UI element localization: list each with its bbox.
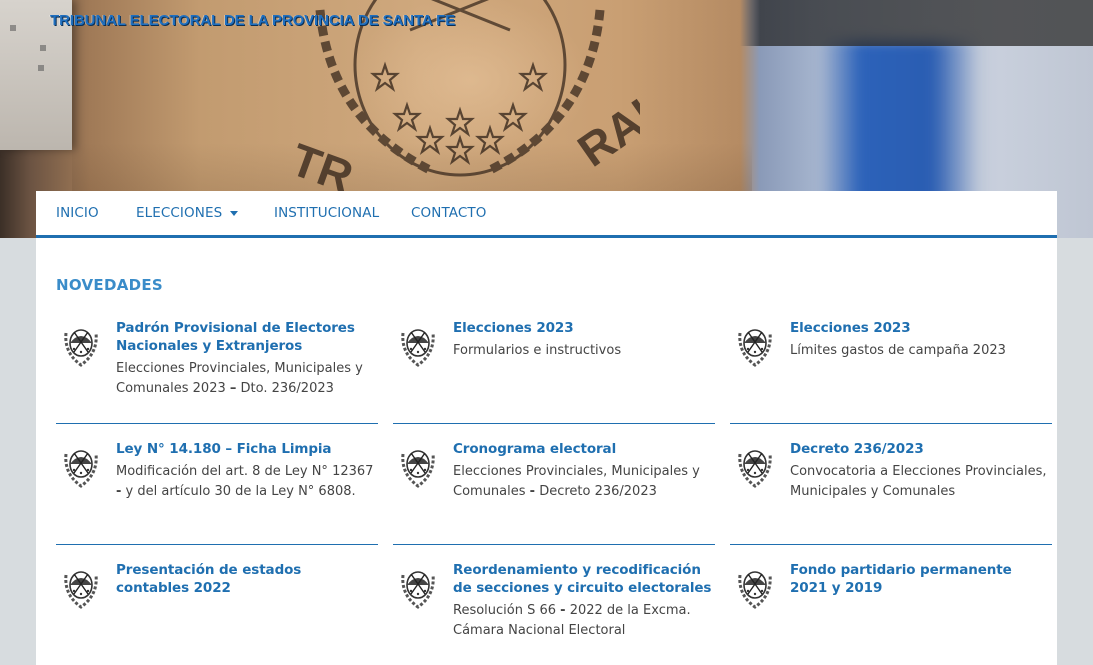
divider [730,423,1052,424]
divider [393,423,715,424]
news-title[interactable]: Elecciones 2023 [790,319,1052,337]
news-title[interactable]: Decreto 236/2023 [790,440,1052,458]
news-item[interactable]: Reordenamiento y recodificación de secci… [393,561,715,651]
news-title[interactable]: Padrón Provisional de Electores Nacional… [116,319,378,355]
news-description: Convocatoria a Elecciones Provinciales, … [790,464,1047,499]
news-item[interactable]: Elecciones 2023 Formularios e instructiv… [393,319,715,409]
news-description: Formularios e instructivos [453,343,622,358]
news-description: Modificación del art. 8 de Ley N° 12367 … [116,464,374,499]
santa-fe-shield-icon [64,450,98,488]
news-item[interactable]: Elecciones 2023 Límites gastos de campañ… [730,319,1052,409]
divider [393,544,715,545]
nav-inicio[interactable]: INICIO [56,191,99,235]
news-title[interactable]: Reordenamiento y recodificación de secci… [453,561,715,597]
svg-text:TR: TR [284,133,359,200]
santa-fe-shield-icon [738,450,772,488]
section-title: NOVEDADES [56,276,164,294]
news-item[interactable]: Cronograma electoral Elecciones Provinci… [393,440,715,530]
nav-institucional[interactable]: INSTITUCIONAL [274,191,379,235]
news-description: Elecciones Provinciales, Municipales y C… [453,464,700,499]
news-item[interactable]: Decreto 236/2023 Convocatoria a Eleccion… [730,440,1052,530]
news-item[interactable]: Fondo partidario permanente 2021 y 2019 [730,561,1052,651]
santa-fe-shield-icon [401,450,435,488]
news-description: Elecciones Provinciales, Municipales y C… [116,361,363,396]
news-title[interactable]: Cronograma electoral [453,440,715,458]
main-card: INICIO ELECCIONES INSTITUCIONAL CONTACTO… [36,191,1057,665]
news-item[interactable]: Padrón Provisional de Electores Nacional… [56,319,378,409]
news-description: Límites gastos de campaña 2023 [790,343,1006,358]
santa-fe-shield-icon [64,329,98,367]
santa-fe-shield-icon [401,571,435,609]
news-item[interactable]: Presentación de estados contables 2022 [56,561,378,651]
santa-fe-shield-icon [401,329,435,367]
divider [730,544,1052,545]
news-title[interactable]: Ley N° 14.180 – Ficha Limpia [116,440,378,458]
news-title[interactable]: Elecciones 2023 [453,319,715,337]
divider [56,544,378,545]
news-title[interactable]: Presentación de estados contables 2022 [116,561,378,597]
nav-elecciones[interactable]: ELECCIONES [136,191,222,235]
santa-fe-shield-icon [738,571,772,609]
main-nav: INICIO ELECCIONES INSTITUCIONAL CONTACTO [36,191,1057,238]
news-title[interactable]: Fondo partidario permanente 2021 y 2019 [790,561,1052,597]
divider [56,423,378,424]
news-item[interactable]: Ley N° 14.180 – Ficha Limpia Modificació… [56,440,378,530]
site-title[interactable]: TRIBUNAL ELECTORAL DE LA PROVINCIA DE SA… [50,12,455,29]
news-description: Resolución S 66 - 2022 de la Excma. Cáma… [453,603,691,638]
santa-fe-shield-icon [738,329,772,367]
nav-contacto[interactable]: CONTACTO [411,191,486,235]
chevron-down-icon[interactable] [230,211,238,216]
santa-fe-shield-icon [64,571,98,609]
